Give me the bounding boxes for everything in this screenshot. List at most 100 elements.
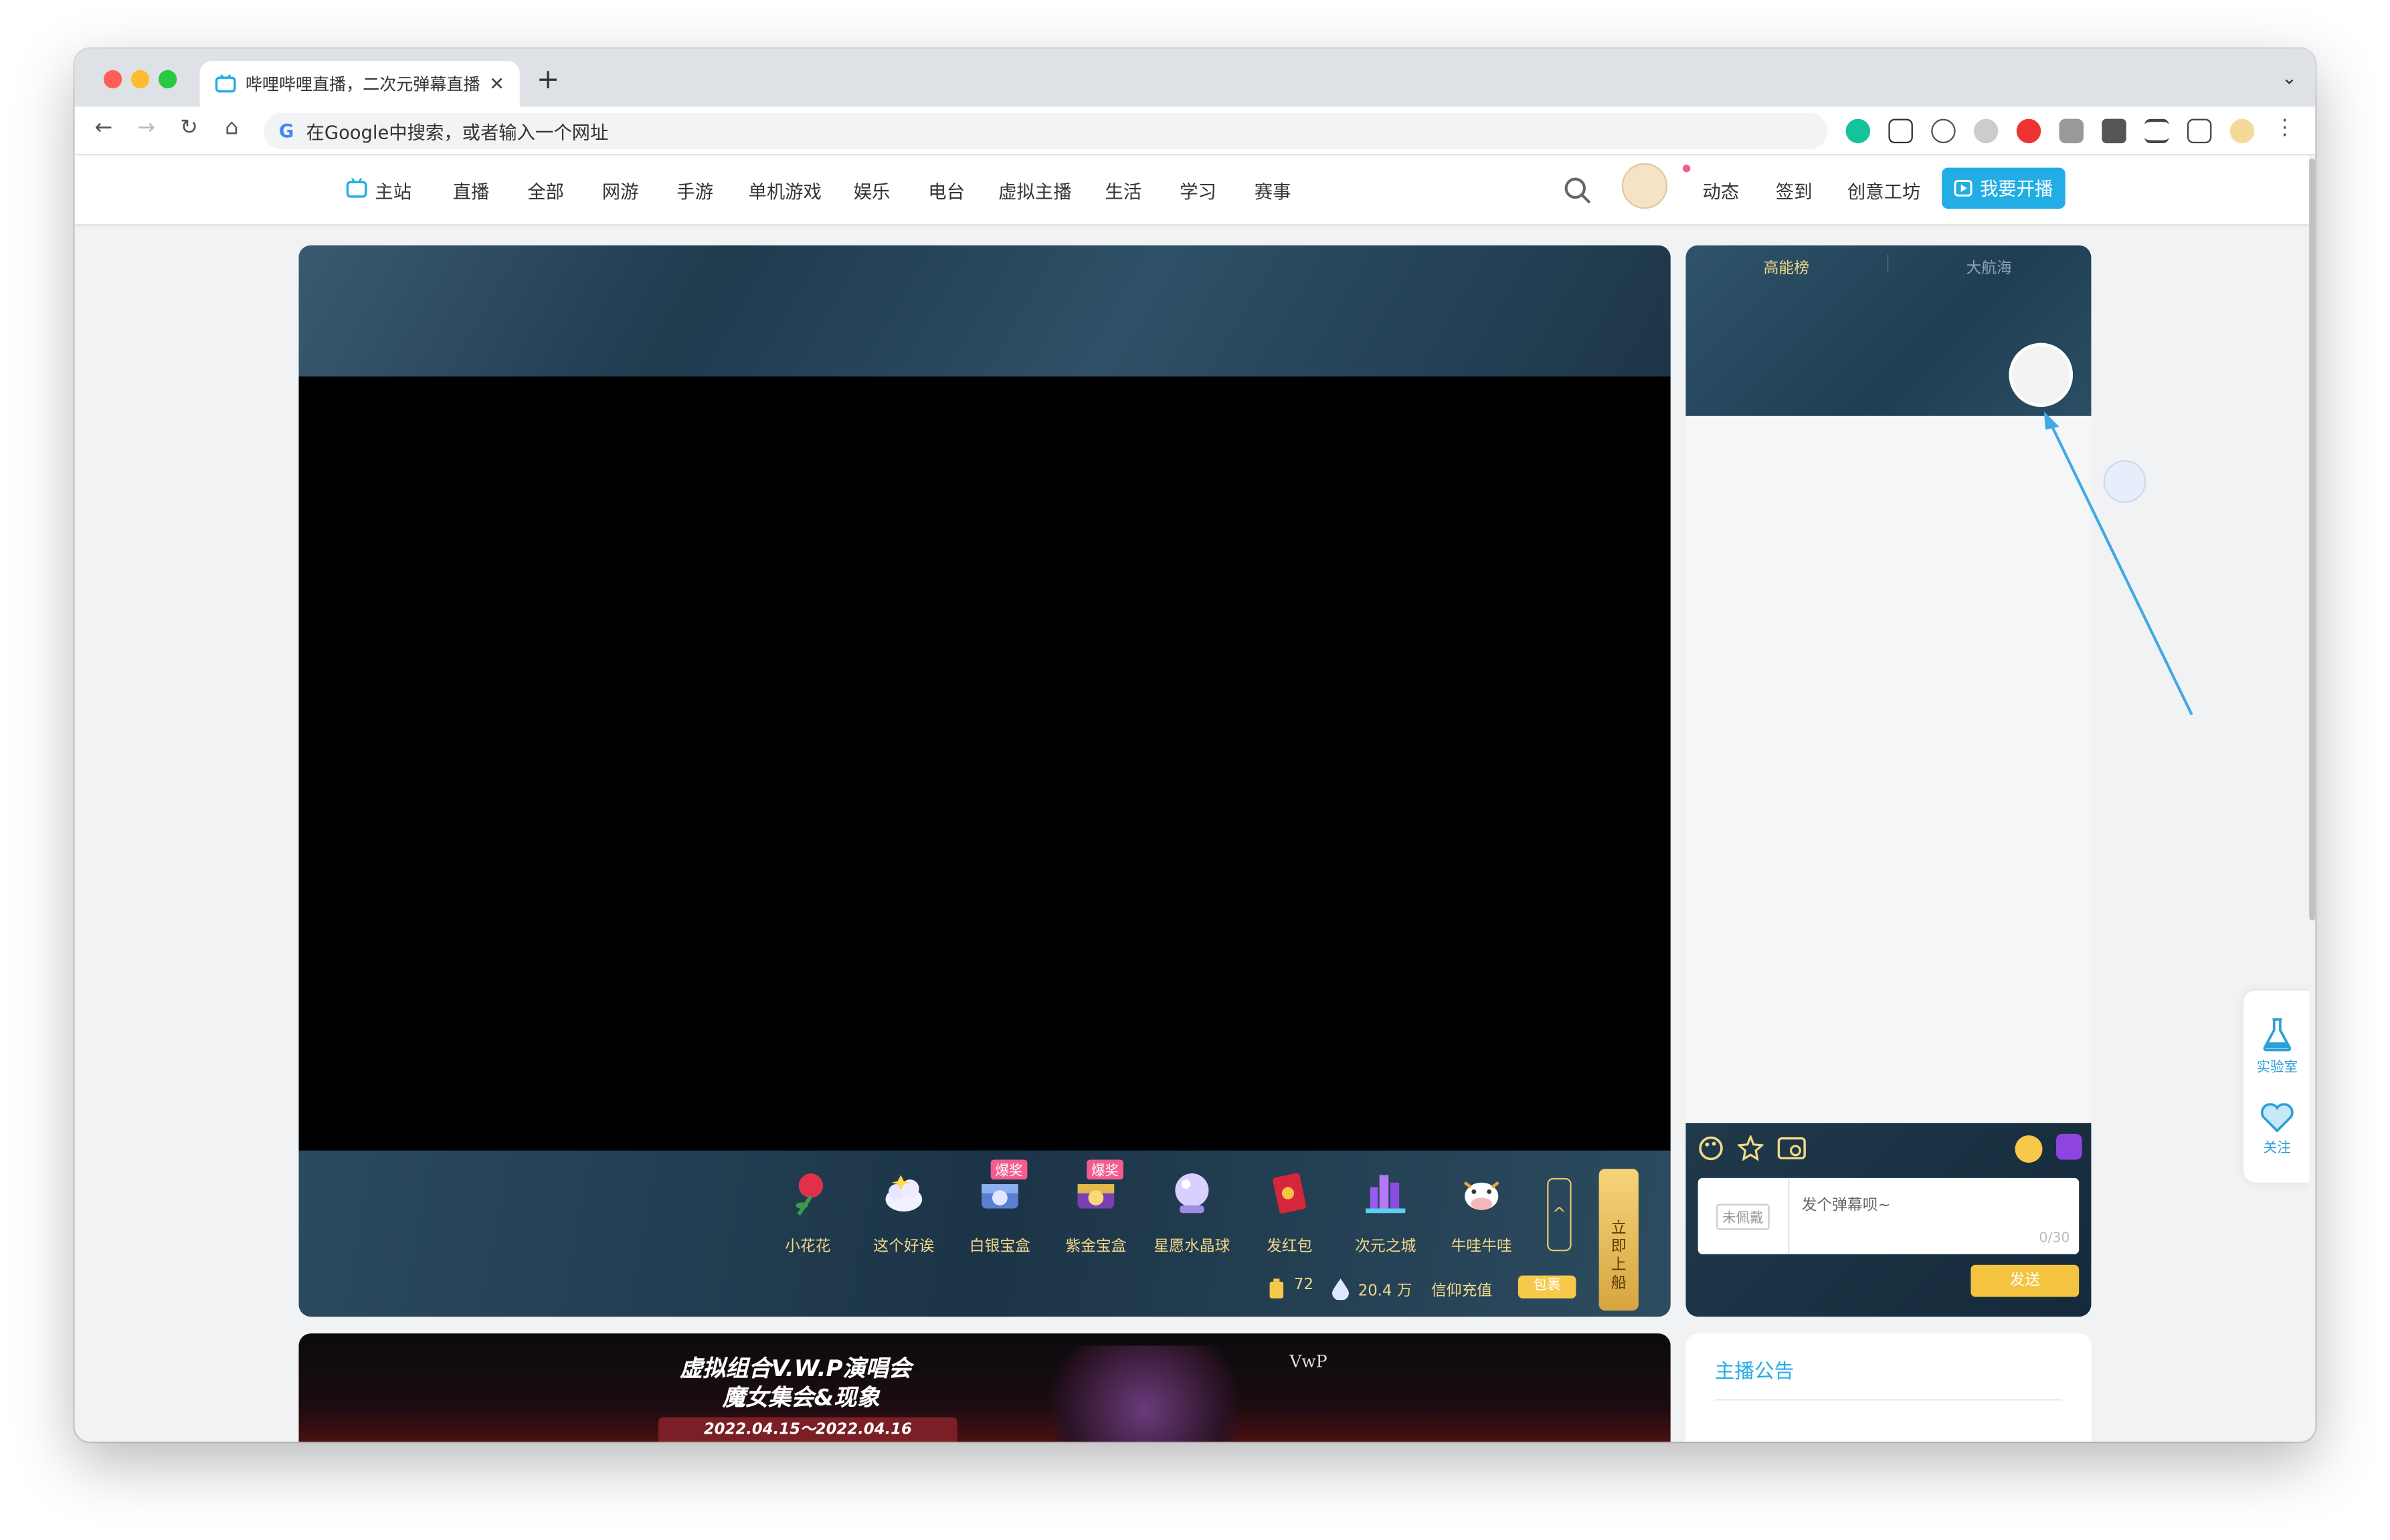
recharge-link[interactable]: 信仰充值	[1431, 1277, 1492, 1300]
bilibili-home-icon	[346, 178, 367, 198]
open-live-button[interactable]: 我要开播	[1942, 167, 2065, 209]
tab-search-button[interactable]: ⌄	[2282, 67, 2297, 88]
gift-label: 白银宝盒	[969, 1239, 1030, 1256]
gift-item[interactable]: 小花花	[762, 1169, 854, 1256]
gift-item[interactable]: 这个好诶	[858, 1169, 950, 1256]
reload-button[interactable]: ↻	[174, 116, 205, 140]
tab-voyage[interactable]: 大航海	[1966, 254, 2012, 278]
close-window-button[interactable]	[103, 70, 122, 89]
nav-events[interactable]: 赛事	[1255, 179, 1291, 205]
heart-icon	[2260, 1102, 2294, 1133]
medal-icon[interactable]	[1737, 1135, 1764, 1161]
event-banner[interactable]: 虚拟组合V.W.P演唱会 魔女集会&现象 2022.04.15～2022.04.…	[298, 1333, 1671, 1442]
fan-badge-slot[interactable]: 未佩戴	[1698, 1177, 1790, 1254]
nav-radio[interactable]: 电台	[928, 179, 965, 205]
cow-icon	[1463, 1181, 1499, 1210]
site-header: 主站 直播 全部 网游 手游 单机游戏 娱乐 电台 虚拟主播 生活 学习 赛事 …	[74, 155, 2310, 224]
nav-dynamics[interactable]: 动态	[1703, 179, 1740, 205]
video-canvas[interactable]	[298, 376, 1671, 1151]
coin-drop-icon	[1331, 1278, 1350, 1301]
nav-entertainment[interactable]: 娱乐	[854, 179, 891, 205]
gift-label: 次元之城	[1355, 1239, 1416, 1256]
minimize-window-button[interactable]	[130, 70, 150, 89]
chat-bubble-icon[interactable]	[2056, 1133, 2082, 1160]
search-icon[interactable]	[1564, 177, 1591, 204]
extensions-puzzle-icon[interactable]	[2102, 118, 2126, 144]
open-live-label: 我要开播	[1980, 178, 2053, 200]
close-tab-icon[interactable]: ✕	[489, 73, 504, 94]
notification-dot	[1682, 165, 1691, 173]
broadcast-icon	[1954, 179, 1972, 197]
coin-count: 20.4 万	[1358, 1283, 1412, 1301]
user-avatar[interactable]	[1621, 163, 1668, 209]
nav-live[interactable]: 直播	[453, 179, 490, 205]
nav-checkin[interactable]: 签到	[1776, 179, 1813, 205]
gift-label: 这个好诶	[873, 1239, 935, 1256]
battery-icon	[1269, 1278, 1284, 1298]
address-placeholder: 在Google中搜索，或者输入一个网址	[306, 121, 609, 142]
tab-title: 哔哩哔哩直播，二次元弹幕直播平	[245, 74, 480, 95]
gift-item[interactable]: 牛哇牛哇	[1436, 1169, 1528, 1256]
ublock-extension-icon[interactable]	[2016, 118, 2041, 144]
gift-label: 紫金宝盒	[1065, 1239, 1127, 1256]
send-button[interactable]: 发送	[1970, 1264, 2080, 1297]
address-bar[interactable]: G 在Google中搜索，或者输入一个网址	[264, 112, 1828, 150]
danmaku-list	[1685, 415, 2092, 1123]
profile-avatar-icon[interactable]	[2229, 118, 2255, 144]
speed-extension-icon[interactable]	[1931, 118, 1956, 144]
gift-label: 星愿水晶球	[1154, 1239, 1230, 1256]
gift-bar: 小花花 这个好诶 爆奖 白银宝盒 爆奖 紫金宝盒 星愿水晶球 发红包 次元之城 …	[298, 1150, 1671, 1317]
back-button[interactable]: ←	[88, 116, 119, 140]
nav-study[interactable]: 学习	[1180, 179, 1216, 205]
gift-item[interactable]: 星愿水晶球	[1146, 1169, 1238, 1256]
board-ship-button[interactable]: 立即上船	[1598, 1169, 1639, 1311]
bag-button[interactable]: 包裹	[1518, 1275, 1576, 1298]
page-scrollbar-thumb[interactable]	[2309, 158, 2316, 921]
nav-creative-workshop[interactable]: 创意工坊	[1847, 179, 1920, 205]
nav-vtuber[interactable]: 虚拟主播	[998, 179, 1071, 205]
gift-label: 牛哇牛哇	[1451, 1239, 1512, 1256]
picture-in-picture-icon[interactable]	[1888, 118, 1913, 144]
danmaku-input[interactable]: 未佩戴 发个弹幕呗~ 0/30	[1697, 1177, 2080, 1254]
side-panel-icon[interactable]	[2187, 118, 2212, 144]
side-float-panel: 实验室 关注	[2243, 990, 2311, 1183]
battery-count: 72	[1294, 1276, 1314, 1294]
palette-icon[interactable]	[1698, 1135, 1724, 1161]
zoom-window-button[interactable]	[158, 70, 177, 89]
google-icon: G	[278, 120, 294, 142]
gift-item[interactable]: 爆奖 紫金宝盒	[1050, 1159, 1142, 1256]
gift-item[interactable]: 次元之城	[1340, 1169, 1431, 1256]
nav-online-games[interactable]: 网游	[602, 179, 639, 205]
nav-single-player[interactable]: 单机游戏	[748, 179, 821, 205]
expand-gifts-button[interactable]: ^	[1547, 1177, 1572, 1252]
gift-item[interactable]: 发红包	[1244, 1169, 1336, 1256]
translate-extension-icon[interactable]	[2059, 118, 2084, 144]
home-button[interactable]: ⌂	[216, 116, 247, 140]
lab-entry[interactable]: 实验室	[2243, 1018, 2310, 1076]
banner-line-2: 魔女集会&现象	[722, 1383, 880, 1412]
forward-button[interactable]: →	[131, 116, 162, 140]
nav-mobile-games[interactable]: 手游	[676, 179, 713, 205]
cloud-icon	[885, 1175, 923, 1212]
tab-high-energy[interactable]: 高能榜	[1764, 254, 1809, 278]
gift-hot-badge: 爆奖	[990, 1159, 1028, 1180]
chrome-menu-button[interactable]: ⋮	[2270, 116, 2300, 140]
nav-life[interactable]: 生活	[1105, 179, 1142, 205]
gift-item[interactable]: 爆奖 白银宝盒	[954, 1159, 1046, 1256]
browser-tab[interactable]: 哔哩哔哩直播，二次元弹幕直播平 ✕	[199, 61, 520, 107]
flask-icon	[2263, 1018, 2292, 1052]
crystal-ball-icon	[1175, 1173, 1209, 1214]
avatar-extension-icon[interactable]	[1974, 118, 1999, 144]
nav-all[interactable]: 全部	[527, 179, 564, 205]
follow-entry[interactable]: 关注	[2243, 1102, 2310, 1157]
nav-main-site[interactable]: 主站	[375, 179, 411, 205]
banner-line-1: 虚拟组合V.W.P演唱会	[679, 1355, 912, 1383]
lab-label: 实验室	[2256, 1060, 2298, 1076]
ticket-icon[interactable]	[1777, 1135, 1806, 1161]
reading-list-icon[interactable]	[2144, 118, 2169, 144]
emoji-icon[interactable]	[2015, 1135, 2043, 1163]
grammarly-extension-icon[interactable]	[1845, 118, 1871, 144]
tab-strip: 哔哩哔哩直播，二次元弹幕直播平 ✕ + ⌄	[74, 48, 2316, 107]
danmaku-input-panel: 未佩戴 发个弹幕呗~ 0/30 发送	[1685, 1123, 2092, 1317]
new-tab-button[interactable]: +	[537, 64, 559, 96]
